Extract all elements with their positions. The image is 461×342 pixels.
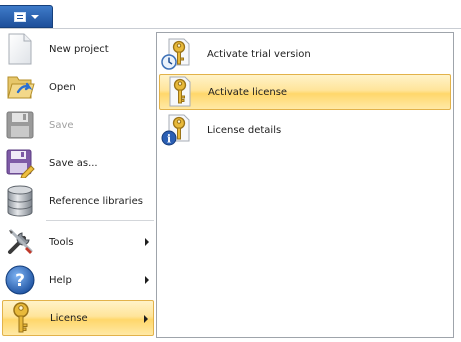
document-icon <box>13 11 26 22</box>
menu-item-open[interactable]: Open <box>2 69 154 105</box>
key-icon <box>3 301 39 335</box>
menu-item-label: Save as... <box>49 157 98 169</box>
menu-item-label: Tools <box>49 236 74 248</box>
menu-item-label: Reference libraries <box>49 195 143 207</box>
key-icon <box>160 75 194 109</box>
submenu-item-label: Activate license <box>208 86 288 98</box>
save-as-icon <box>2 146 38 180</box>
svg-text:?: ? <box>15 271 25 291</box>
menu-separator <box>46 220 154 221</box>
menu-item-label: License <box>50 312 88 324</box>
chevron-down-icon <box>30 14 39 19</box>
menu-item-new-project[interactable]: New project <box>2 31 154 67</box>
menu-item-label: Save <box>49 119 74 131</box>
help-icon: ? <box>2 263 38 297</box>
new-document-icon <box>2 32 38 66</box>
submenu-item-activate-license[interactable]: Activate license <box>159 74 451 110</box>
info-icon: i <box>159 113 193 147</box>
menu-item-license[interactable]: License <box>2 300 154 336</box>
database-icon <box>2 184 38 218</box>
submenu-item-activate-trial[interactable]: Activate trial version <box>159 36 451 72</box>
menu-item-save[interactable]: Save <box>2 107 154 143</box>
submenu-item-label: License details <box>207 124 282 136</box>
key-clock-icon <box>159 37 193 71</box>
menu-item-tools[interactable]: Tools <box>2 224 154 260</box>
main-menu-list: New project Open Save Save as... Referen… <box>0 29 157 342</box>
open-folder-icon <box>2 70 38 104</box>
menu-item-label: Open <box>49 81 76 93</box>
submenu-arrow-icon <box>145 276 149 284</box>
submenu-arrow-icon <box>145 238 149 246</box>
menu-item-help[interactable]: ? Help <box>2 262 154 298</box>
tools-icon <box>2 225 38 259</box>
svg-text:i: i <box>167 133 171 146</box>
submenu-item-label: Activate trial version <box>207 48 311 60</box>
application-menu-button[interactable] <box>0 5 53 28</box>
menu-item-label: New project <box>49 43 109 55</box>
submenu-arrow-icon <box>144 315 148 323</box>
application-menu: New project Open Save Save as... Referen… <box>0 28 461 342</box>
license-submenu: Activate trial version Activate license <box>156 32 454 338</box>
submenu-item-license-details[interactable]: i License details <box>159 112 451 148</box>
menu-item-reference-libraries[interactable]: Reference libraries <box>2 183 154 219</box>
menu-item-label: Help <box>49 274 72 286</box>
menu-item-save-as[interactable]: Save as... <box>2 145 154 181</box>
floppy-disk-icon <box>2 108 38 142</box>
